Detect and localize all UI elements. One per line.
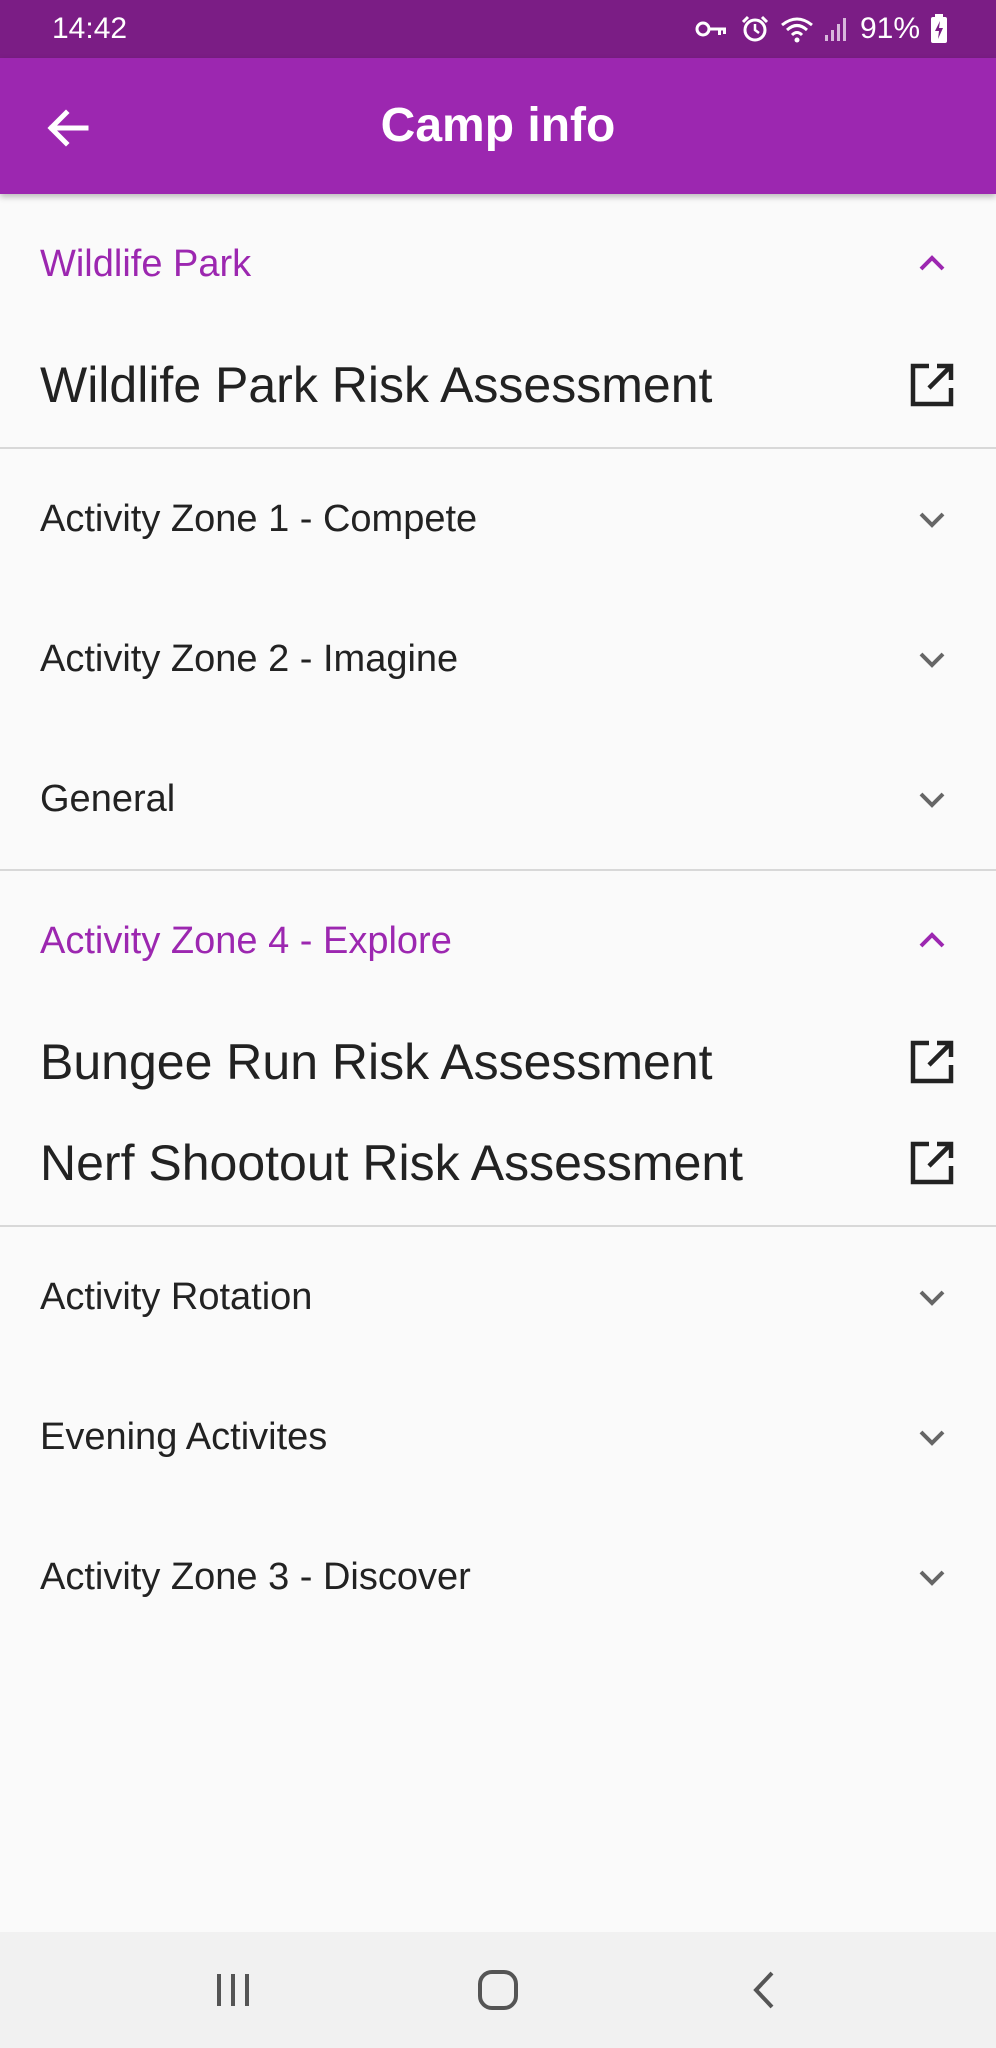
- page-title: Camp info: [380, 99, 616, 152]
- wifi-icon: [781, 17, 813, 43]
- signal-icon: [824, 18, 846, 41]
- panel-spacer: [0, 1213, 996, 1225]
- chevron-down-icon: [908, 635, 956, 683]
- chevron-down-icon: [908, 1553, 956, 1601]
- chevron-up-icon: [908, 917, 956, 965]
- panel-title: Evening Activites: [40, 1415, 328, 1458]
- panel-header-wildlife-park[interactable]: Wildlife Park: [0, 194, 996, 334]
- recent-apps-button[interactable]: [173, 1950, 293, 2030]
- panel-title: Activity Zone 3 - Discover: [40, 1555, 471, 1598]
- chevron-down-icon: [908, 495, 956, 543]
- doc-link-label: Nerf Shootout Risk Assessment: [40, 1134, 744, 1191]
- panel-title: Activity Zone 2 - Imagine: [40, 637, 459, 680]
- chevron-down-icon: [908, 775, 956, 823]
- status-icons: 91%: [694, 12, 948, 46]
- panel-header-activity-zone-2[interactable]: Activity Zone 2 - Imagine: [0, 589, 996, 729]
- panel-header-activity-zone-1[interactable]: Activity Zone 1 - Compete: [0, 449, 996, 589]
- panel-header-general[interactable]: General: [0, 729, 996, 869]
- back-nav-icon: [753, 1971, 774, 2009]
- vpn-key-icon: [695, 21, 726, 37]
- doc-link-label: Wildlife Park Risk Assessment: [40, 356, 713, 413]
- status-time: 14:42: [52, 12, 128, 45]
- doc-link-wildlife-park-risk-assessment[interactable]: Wildlife Park Risk Assessment: [0, 334, 996, 435]
- panel-header-activity-zone-3[interactable]: Activity Zone 3 - Discover: [0, 1507, 996, 1647]
- doc-link-label: Bungee Run Risk Assessment: [40, 1033, 713, 1090]
- panel-title: General: [40, 777, 176, 820]
- doc-link-nerf-shootout-risk-assessment[interactable]: Nerf Shootout Risk Assessment: [0, 1112, 996, 1213]
- open-in-new-icon: [908, 1139, 956, 1187]
- panel-title: Activity Rotation: [40, 1275, 313, 1318]
- panel-title: Activity Zone 4 - Explore: [40, 919, 452, 962]
- chevron-down-icon: [908, 1413, 956, 1461]
- panel-title: Wildlife Park: [40, 242, 252, 285]
- open-in-new-icon: [908, 1038, 956, 1086]
- camp-info-list: Wildlife Park Wildlife Park Risk Assessm…: [0, 194, 996, 1647]
- panel-header-activity-rotation[interactable]: Activity Rotation: [0, 1227, 996, 1367]
- home-icon: [477, 1970, 518, 2010]
- battery-percent: 91%: [859, 12, 920, 45]
- panel-spacer: [0, 435, 996, 447]
- recent-apps-icon: [216, 1974, 249, 2006]
- app-bar: Camp info: [0, 58, 996, 194]
- chevron-down-icon: [908, 1273, 956, 1321]
- panel-title: Activity Zone 1 - Compete: [40, 497, 478, 540]
- status-bar: 14:42 91%: [0, 0, 996, 58]
- home-button[interactable]: [438, 1950, 558, 2030]
- battery-charging-icon: [931, 14, 947, 43]
- system-nav-bar: [0, 1932, 996, 2048]
- alarm-icon: [741, 15, 769, 42]
- chevron-up-icon: [908, 240, 956, 288]
- panel-header-activity-zone-4[interactable]: Activity Zone 4 - Explore: [0, 871, 996, 1011]
- open-in-new-icon: [908, 361, 956, 409]
- doc-link-bungee-run-risk-assessment[interactable]: Bungee Run Risk Assessment: [0, 1011, 996, 1112]
- back-nav-button[interactable]: [703, 1950, 823, 2030]
- panel-header-evening-activities[interactable]: Evening Activites: [0, 1367, 996, 1507]
